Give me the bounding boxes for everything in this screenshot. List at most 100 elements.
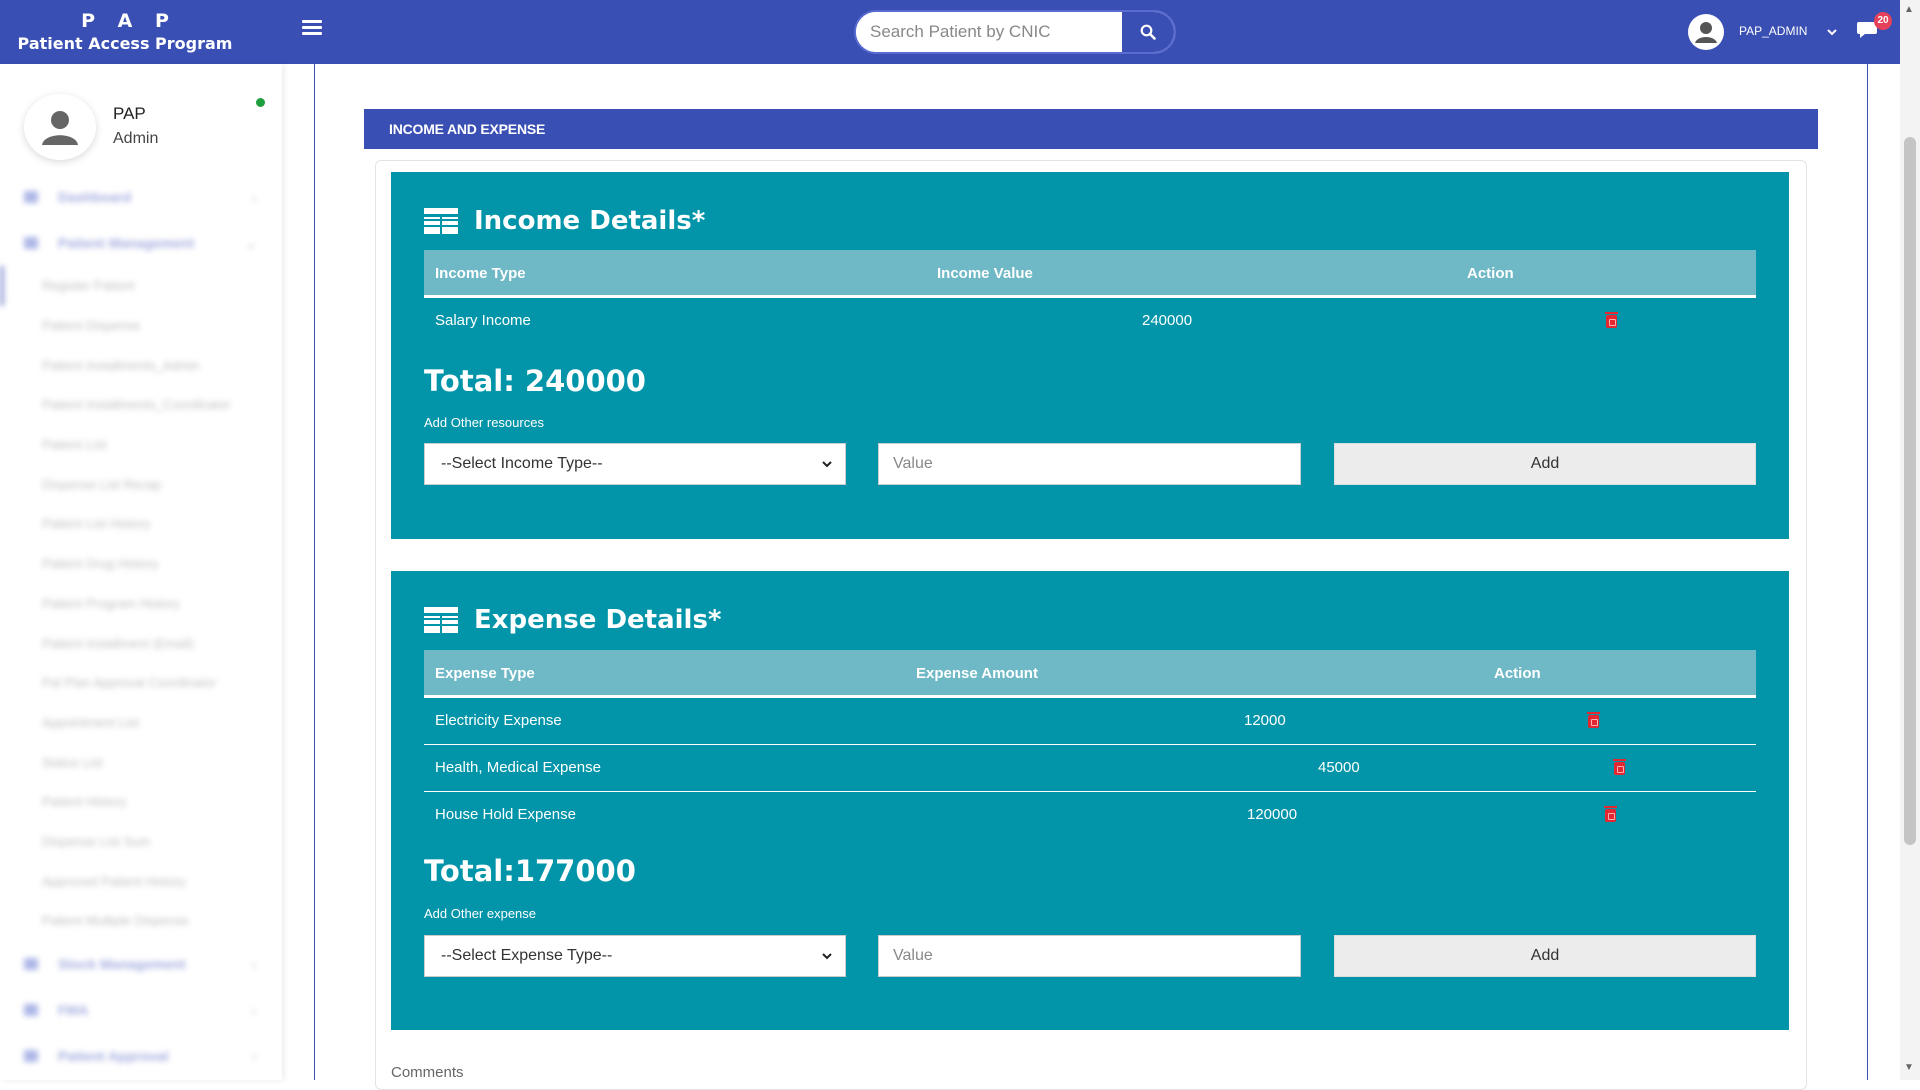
add-expense-button[interactable]: Add: [1334, 935, 1756, 977]
sidebar-subitem[interactable]: Dispense List Sum: [0, 822, 282, 862]
sidebar-subitem[interactable]: Patient List History: [0, 504, 282, 544]
sidebar-item-stock-management[interactable]: Stock Management ›: [0, 941, 282, 987]
sidebar-subitem[interactable]: Approved Patient History: [0, 861, 282, 901]
sidebar-subitem[interactable]: Patient Program History: [0, 584, 282, 624]
expense-type-cell: House Hold Expense: [435, 806, 576, 823]
sidebar-subitem[interactable]: Status List: [0, 742, 282, 782]
table-row: Salary Income 240000: [424, 298, 1756, 345]
patient-icon: [24, 237, 38, 249]
approval-icon: [24, 1049, 38, 1062]
chevron-down-icon: ⌄: [245, 237, 256, 251]
income-type-select[interactable]: --Select Income Type--: [424, 443, 846, 485]
stock-icon: [24, 957, 38, 970]
user-name[interactable]: PAP_ADMIN: [1739, 24, 1807, 38]
sidebar-item-patient-approval[interactable]: Patient Approval ›: [0, 1033, 282, 1079]
delete-icon[interactable]: [1605, 312, 1618, 328]
table-header: Income Type Income Value Action: [424, 250, 1756, 298]
column-header: Income Type: [435, 265, 526, 282]
income-value-cell: 240000: [1142, 312, 1193, 329]
expense-amount-cell: 45000: [1318, 759, 1360, 776]
sidebar-item-fma[interactable]: FMA ›: [0, 987, 282, 1033]
expense-value-input[interactable]: Value: [878, 935, 1301, 977]
sidebar-item-patient-management[interactable]: Patient Management ⌄: [0, 220, 282, 266]
sidebar-item-label: FMA: [58, 1001, 89, 1018]
user-avatar[interactable]: [1688, 14, 1724, 50]
expense-type-select[interactable]: --Select Expense Type--: [424, 935, 846, 977]
sidebar: PAP Admin Dashboard › Patient Management…: [0, 64, 282, 1080]
top-header: P A P Patient Access Program PAP_ADMIN 2…: [0, 0, 1900, 64]
sidebar-subitem[interactable]: Patient Installments_Admin: [0, 345, 282, 385]
notification-badge: 20: [1874, 12, 1892, 30]
sidebar-subitem[interactable]: Patient Installments_Coordinator: [0, 385, 282, 425]
brand-logo[interactable]: P A P Patient Access Program: [0, 0, 250, 64]
delete-icon[interactable]: [1604, 806, 1617, 822]
income-title: Income Details*: [474, 206, 706, 236]
user-profile: PAP Admin: [24, 94, 265, 164]
section-title: INCOME AND EXPENSE: [364, 109, 1818, 149]
profile-role: Admin: [113, 130, 159, 147]
chevron-right-icon: ›: [252, 191, 256, 205]
chevron-down-icon[interactable]: [1826, 24, 1838, 42]
column-header: Expense Amount: [916, 665, 1038, 682]
chevron-down-icon: [822, 461, 832, 468]
select-value: --Select Income Type--: [441, 455, 603, 472]
profile-name: PAP: [113, 104, 146, 123]
table-icon: [424, 208, 458, 234]
income-type-cell: Salary Income: [435, 312, 531, 329]
sidebar-subitem[interactable]: Patient Dispense: [0, 306, 282, 346]
search-icon: [1140, 24, 1156, 40]
add-resources-label: Add Other resources: [424, 415, 544, 430]
income-total: Total: 240000: [424, 364, 646, 398]
scroll-up-icon[interactable]: ▲: [1904, 4, 1914, 15]
expense-total: Total:177000: [424, 854, 636, 888]
add-income-button[interactable]: Add: [1334, 443, 1756, 485]
sidebar-item-label: Stock Management: [58, 955, 186, 972]
scroll-down-icon[interactable]: ▼: [1904, 1062, 1914, 1073]
scrollbar[interactable]: ▲ ▼: [1900, 0, 1920, 1080]
scrollbar-thumb[interactable]: [1904, 137, 1916, 845]
chevron-right-icon: ›: [252, 1003, 256, 1018]
chevron-down-icon: [822, 953, 832, 960]
sidebar-subitem[interactable]: Patient History: [0, 782, 282, 822]
search-button[interactable]: [1122, 12, 1174, 52]
income-value-input[interactable]: Value: [878, 443, 1301, 485]
sidebar-subitem[interactable]: Patient Drug History: [0, 544, 282, 584]
table-row: Electricity Expense 12000: [424, 698, 1756, 745]
sidebar-item-dashboard[interactable]: Dashboard ›: [0, 174, 282, 220]
sidebar-nav: Dashboard › Patient Management ⌄ Registe…: [0, 174, 282, 1079]
table-header: Expense Type Expense Amount Action: [424, 650, 1756, 698]
expense-table: Expense Type Expense Amount Action Elect…: [424, 650, 1756, 839]
table-row: House Hold Expense 120000: [424, 792, 1756, 839]
delete-icon[interactable]: [1587, 712, 1600, 728]
sidebar-item-label: Patient Approval: [58, 1047, 169, 1064]
chevron-right-icon: ›: [252, 957, 256, 972]
column-header: Action: [1494, 665, 1541, 682]
sidebar-item-label: Dashboard: [58, 189, 132, 205]
sidebar-subitem[interactable]: Dispense List Recap: [0, 464, 282, 504]
sidebar-subitem[interactable]: Pal Plan Approval Coordinator: [0, 663, 282, 703]
table-icon: [424, 607, 458, 633]
column-header: Action: [1467, 265, 1514, 282]
expense-type-cell: Electricity Expense: [435, 712, 562, 729]
expense-amount-cell: 12000: [1244, 712, 1286, 729]
income-table: Income Type Income Value Action Salary I…: [424, 250, 1756, 345]
sidebar-subitem[interactable]: Patient List: [0, 425, 282, 465]
avatar: [24, 94, 96, 160]
expense-amount-cell: 120000: [1247, 806, 1298, 823]
chevron-right-icon: ›: [252, 1049, 256, 1064]
sidebar-subitem[interactable]: Appointment List: [0, 703, 282, 743]
brand-subtitle: Patient Access Program: [17, 34, 233, 53]
search-input[interactable]: [856, 12, 1124, 52]
brand-title: P A P: [81, 10, 177, 32]
expense-panel: Expense Details* Expense Type Expense Am…: [391, 571, 1789, 1030]
sidebar-subitem[interactable]: Patient Multiple Dispense: [0, 901, 282, 941]
sidebar-subitem[interactable]: Register Patient: [0, 266, 282, 306]
table-row: Health, Medical Expense 45000: [424, 745, 1756, 792]
sidebar-subitem[interactable]: Patient Installment (Email): [0, 623, 282, 663]
expense-title: Expense Details*: [474, 605, 722, 635]
menu-toggle-icon[interactable]: [302, 20, 322, 42]
user-icon: [42, 111, 78, 145]
select-value: --Select Expense Type--: [441, 947, 613, 964]
delete-icon[interactable]: [1613, 759, 1626, 775]
sidebar-item-label: Patient Management: [58, 235, 195, 251]
